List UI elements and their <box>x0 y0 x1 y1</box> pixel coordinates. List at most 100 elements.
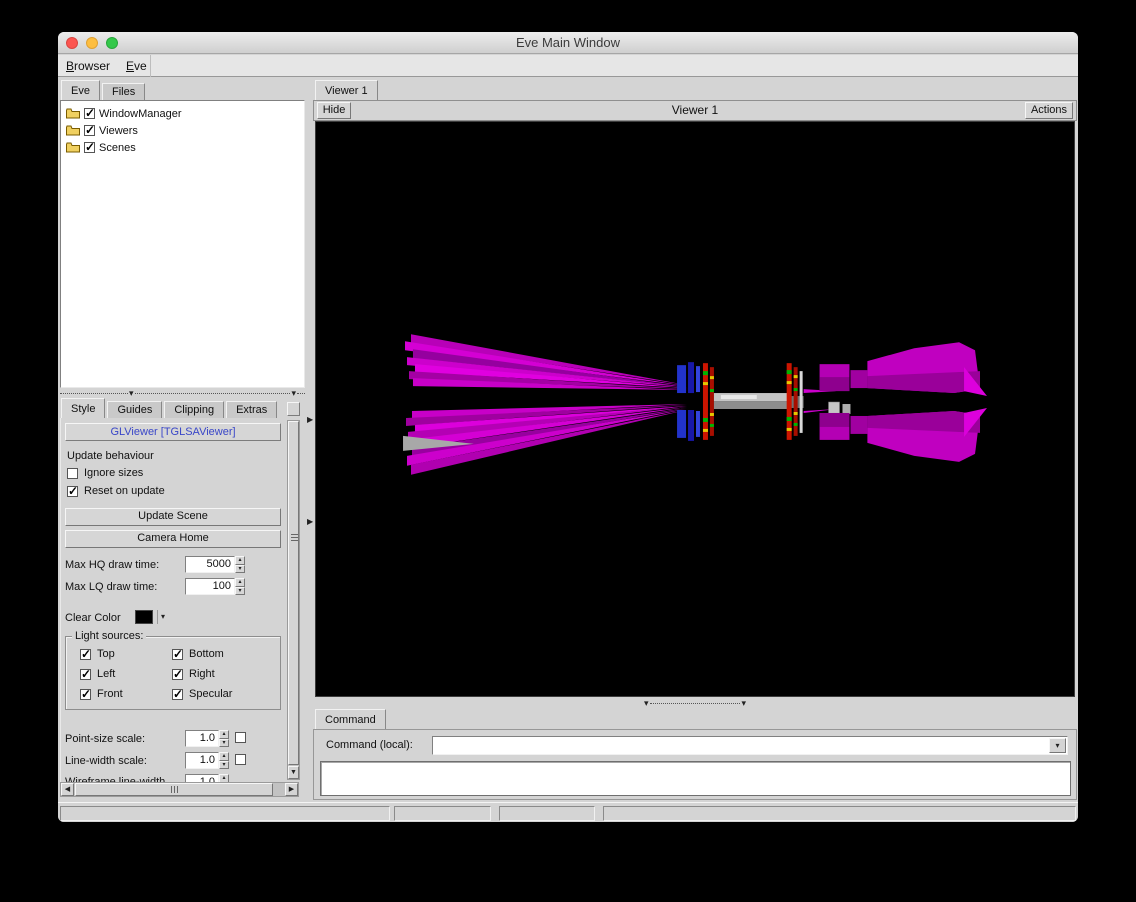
gl-viewport[interactable] <box>315 121 1075 697</box>
light-bottom-label: Bottom <box>189 648 224 660</box>
scroll-right-button[interactable]: ▶ <box>285 783 298 796</box>
spin-up-icon[interactable]: ▴ <box>219 752 229 761</box>
ignore-sizes-label: Ignore sizes <box>84 467 144 479</box>
combo-dropdown-icon[interactable]: ▾ <box>1049 738 1066 753</box>
splitter-dots <box>134 392 291 394</box>
camera-home-button[interactable]: Camera Home <box>65 530 281 548</box>
command-panel: Command (local): ▾ <box>313 729 1077 800</box>
zoom-window-button[interactable] <box>106 37 118 49</box>
tree-item-checkbox[interactable] <box>84 140 95 154</box>
line-width-entry[interactable]: 1.0 <box>185 752 219 769</box>
tab-files[interactable]: Files <box>101 83 146 100</box>
tab-eve[interactable]: Eve <box>61 80 100 100</box>
clear-color-swatch[interactable] <box>135 610 153 624</box>
splitter-expand-icon[interactable]: ▶ <box>306 518 314 526</box>
menu-browser[interactable]: Browser <box>66 59 110 73</box>
tab-clipping[interactable]: Clipping <box>164 401 225 418</box>
max-hq-spinner[interactable]: ▴ ▾ <box>235 556 245 573</box>
light-right-label: Right <box>189 668 215 680</box>
spin-down-icon[interactable]: ▾ <box>235 564 245 573</box>
viewer-header: Hide Viewer 1 Actions <box>313 100 1077 121</box>
tab-style[interactable]: Style <box>61 398 106 418</box>
style-panel: GLViewer [TGLSAViewer] Update behaviour … <box>60 418 286 782</box>
wireframe-entry[interactable]: 1.0 <box>185 774 219 782</box>
tree-item-windowmanager[interactable]: WindowManager <box>63 105 302 122</box>
scrollbar-thumb[interactable] <box>288 421 299 765</box>
spin-up-icon[interactable]: ▴ <box>235 556 245 565</box>
style-vertical-scrollbar[interactable]: ▼ <box>287 420 300 780</box>
spin-down-icon[interactable]: ▾ <box>219 760 229 769</box>
tab-command[interactable]: Command <box>315 709 386 729</box>
scroll-down-button[interactable]: ▼ <box>288 766 299 779</box>
minimize-window-button[interactable] <box>86 37 98 49</box>
max-hq-label: Max HQ draw time: <box>65 559 160 571</box>
scrollbar-thumb[interactable] <box>75 783 273 796</box>
light-top-row: Top <box>80 647 115 661</box>
tree-item-label: WindowManager <box>99 107 182 120</box>
max-lq-entry[interactable]: 100 <box>185 578 235 595</box>
clear-color-dropdown-icon[interactable]: ▾ <box>157 610 165 624</box>
light-specular-checkbox[interactable] <box>172 687 183 701</box>
style-tabrow: Style Guides Clipping Extras <box>61 398 279 418</box>
scroll-left-button[interactable]: ◀ <box>61 783 74 796</box>
point-size-spinner[interactable]: ▴ ▾ <box>219 730 229 747</box>
wireframe-spinner[interactable]: ▴ ▾ <box>219 774 229 782</box>
tree-item-checkbox[interactable] <box>84 123 95 137</box>
left-tabrow: Eve Files <box>61 80 147 100</box>
actions-button[interactable]: Actions <box>1025 102 1073 119</box>
viewer-title: Viewer 1 <box>671 103 719 117</box>
menubar: Browser Eve <box>58 55 1078 77</box>
command-input-combo[interactable]: ▾ <box>432 736 1068 755</box>
line-width-spinner[interactable]: ▴ ▾ <box>219 752 229 769</box>
menu-eve[interactable]: Eve <box>126 59 147 73</box>
light-top-label: Top <box>97 648 115 660</box>
scrollbar-grip-icon <box>171 786 179 793</box>
close-window-button[interactable] <box>66 37 78 49</box>
tab-viewer-1[interactable]: Viewer 1 <box>315 80 378 100</box>
viewer-horizontal-splitter[interactable]: ▾ ▾ <box>313 699 1077 708</box>
command-tabrow: Command <box>315 709 388 729</box>
spin-up-icon[interactable]: ▴ <box>219 774 229 782</box>
command-output-area[interactable] <box>320 761 1071 796</box>
tab-guides[interactable]: Guides <box>107 401 163 418</box>
tree-item-checkbox[interactable] <box>84 106 95 120</box>
update-scene-button[interactable]: Update Scene <box>65 508 281 526</box>
light-specular-row: Specular <box>172 687 232 701</box>
splitter-expand-icon[interactable]: ▶ <box>306 416 314 424</box>
light-front-checkbox[interactable] <box>80 687 91 701</box>
glviewer-link[interactable]: GLViewer [TGLSAViewer] <box>65 423 281 441</box>
left-horizontal-splitter[interactable]: ▾ ▾ <box>60 389 305 398</box>
spin-down-icon[interactable]: ▾ <box>235 586 245 595</box>
command-input-value <box>433 737 436 749</box>
light-top-checkbox[interactable] <box>80 647 91 661</box>
tree-item-scenes[interactable]: Scenes <box>63 139 302 156</box>
light-left-checkbox[interactable] <box>80 667 91 681</box>
hide-button[interactable]: Hide <box>317 102 351 119</box>
spin-down-icon[interactable]: ▾ <box>219 738 229 747</box>
detector-geometry <box>403 334 987 475</box>
light-right-row: Right <box>172 667 215 681</box>
point-size-checkbox[interactable] <box>235 732 246 743</box>
light-bottom-row: Bottom <box>172 647 224 661</box>
light-right-checkbox[interactable] <box>172 667 183 681</box>
traffic-lights <box>66 37 118 49</box>
window-titlebar[interactable]: Eve Main Window <box>58 32 1078 54</box>
panel-vertical-splitter[interactable]: ▶ ▶ <box>306 78 314 802</box>
left-horizontal-scrollbar[interactable]: ◀ ▶ <box>60 782 299 797</box>
reset-on-update-checkbox[interactable] <box>67 484 78 498</box>
splitter-dots <box>60 392 128 394</box>
ignore-sizes-checkbox[interactable] <box>67 467 78 479</box>
tab-scroll-button[interactable] <box>287 402 300 416</box>
max-lq-spinner[interactable]: ▴ ▾ <box>235 578 245 595</box>
tree-item-viewers[interactable]: Viewers <box>63 122 302 139</box>
light-bottom-checkbox[interactable] <box>172 647 183 661</box>
line-width-checkbox[interactable] <box>235 754 246 765</box>
point-size-entry[interactable]: 1.0 <box>185 730 219 747</box>
splitter-dots <box>649 702 741 704</box>
spin-up-icon[interactable]: ▴ <box>219 730 229 739</box>
max-hq-entry[interactable]: 5000 <box>185 556 235 573</box>
point-size-label: Point-size scale: <box>65 733 146 745</box>
splitter-collapse-icon[interactable]: ▾ <box>740 699 747 708</box>
tab-extras[interactable]: Extras <box>226 401 278 418</box>
spin-up-icon[interactable]: ▴ <box>235 578 245 587</box>
